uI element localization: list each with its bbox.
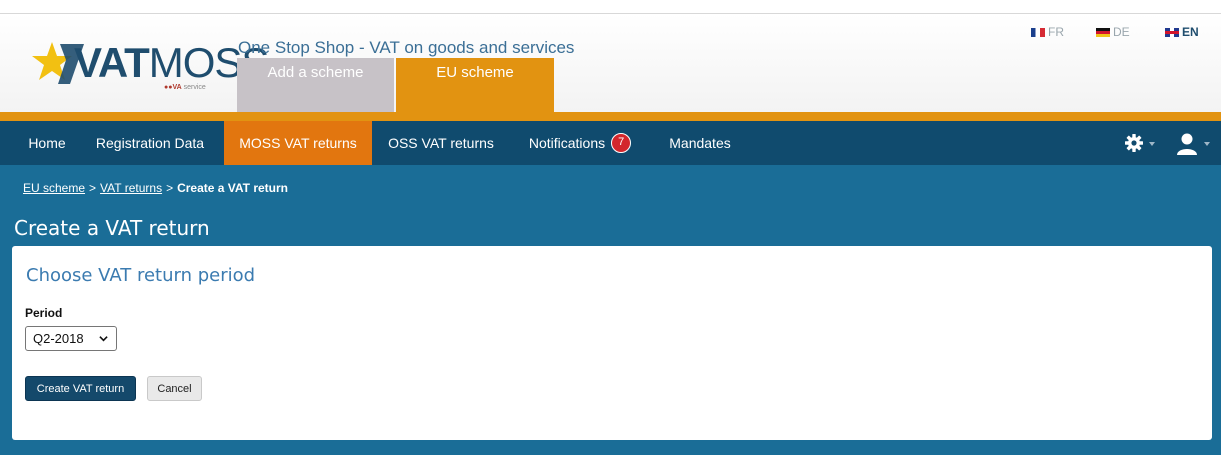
breadcrumb-separator: > (166, 181, 174, 195)
create-vat-return-button[interactable]: Create VAT return (25, 376, 136, 401)
notifications-badge: 7 (611, 132, 632, 153)
breadcrumb: EU scheme > VAT returns > Create a VAT retur… (23, 181, 288, 195)
chevron-down-icon (99, 336, 108, 342)
user-menu[interactable] (1175, 133, 1215, 155)
breadcrumb-eu-scheme[interactable]: EU scheme (23, 181, 85, 195)
accent-strip (0, 112, 1221, 121)
gear-icon (1125, 134, 1143, 152)
site-header: VATMOSS ●●VA service One Stop Shop - VAT… (0, 14, 1221, 112)
language-fr[interactable]: FR (1031, 25, 1064, 39)
uk-flag-icon (1165, 27, 1179, 37)
nav-moss-vat-returns[interactable]: MOSS VAT returns (224, 121, 372, 165)
tab-add-a-scheme[interactable]: Add a scheme (237, 58, 394, 112)
panel-title: Choose VAT return period (26, 265, 256, 286)
period-select[interactable]: Q2-2018 (25, 326, 117, 351)
app-title: One Stop Shop - VAT on goods and service… (238, 38, 575, 57)
nav-home[interactable]: Home (16, 121, 78, 165)
settings-menu[interactable] (1124, 133, 1155, 153)
period-selected-value: Q2-2018 (33, 331, 84, 346)
user-icon (1177, 133, 1197, 155)
chevron-down-icon (1204, 142, 1210, 146)
page-title: Create a VAT return (14, 216, 210, 240)
period-label: Period (25, 306, 63, 320)
chevron-down-icon (1149, 142, 1155, 146)
tab-eu-scheme[interactable]: EU scheme (396, 58, 554, 112)
nav-notifications[interactable]: Notifications 7 (514, 121, 646, 165)
breadcrumb-current: Create a VAT return (177, 181, 289, 195)
main-navbar: Home Registration Data MOSS VAT returns … (0, 121, 1221, 165)
vatmoss-logo[interactable]: VATMOSS ●●VA service (30, 32, 269, 92)
logo-subtitle: ●●VA service (164, 84, 206, 91)
nav-oss-vat-returns[interactable]: OSS VAT returns (378, 121, 504, 165)
vat-period-panel: Choose VAT return period Period Q2-2018 … (12, 246, 1212, 440)
nav-registration-data[interactable]: Registration Data (84, 121, 216, 165)
france-flag-icon (1031, 27, 1045, 37)
nav-mandates[interactable]: Mandates (656, 121, 744, 165)
breadcrumb-separator: > (89, 181, 97, 195)
nav-notifications-label: Notifications (528, 135, 606, 151)
breadcrumb-vat-returns[interactable]: VAT returns (100, 181, 162, 195)
germany-flag-icon (1096, 27, 1110, 37)
cancel-button[interactable]: Cancel (147, 376, 202, 401)
language-de[interactable]: DE (1096, 25, 1130, 39)
language-en[interactable]: EN (1165, 25, 1199, 39)
